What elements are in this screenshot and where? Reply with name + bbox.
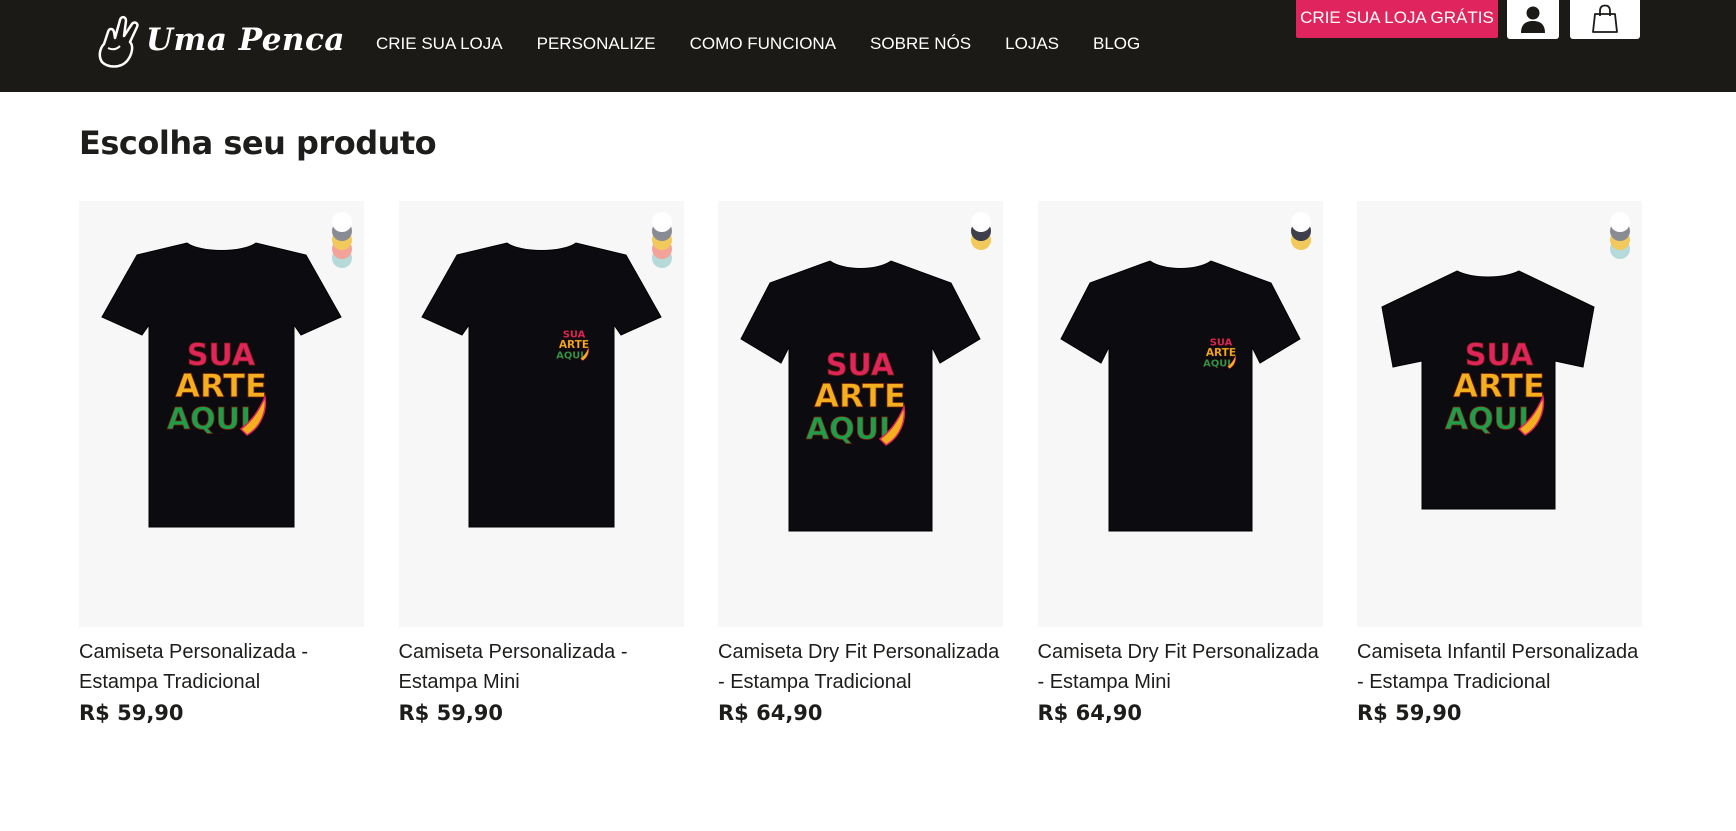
brand-name: Uma Penca: [146, 22, 345, 58]
tshirt-image: SUAARTEAQUI: [1059, 260, 1301, 532]
product-image[interactable]: SUA ARTE AQUI: [1037, 201, 1323, 627]
page-title: Escolha seu produto: [79, 124, 437, 162]
print-text-line: AQUI: [806, 412, 890, 447]
product-image[interactable]: SUA ARTE AQUI: [398, 201, 684, 627]
color-swatch[interactable]: [971, 212, 991, 232]
product-name[interactable]: Camiseta Dry Fit Personalizada - Estampa…: [1038, 637, 1323, 697]
nav-item-lojas[interactable]: LOJAS: [1005, 34, 1059, 54]
hand-peace-icon: [98, 15, 139, 68]
print-text-line: ARTE: [558, 339, 588, 351]
tshirt-shape: [420, 242, 662, 528]
create-store-button[interactable]: CRIE SUA LOJA GRÁTIS: [1296, 0, 1498, 38]
color-swatch[interactable]: [651, 212, 672, 232]
print-text-line: ARTE: [175, 367, 267, 405]
color-swatch[interactable]: [332, 212, 352, 232]
product-price: R$ 59,90: [398, 701, 504, 725]
product-image[interactable]: SUA ARTE AQUI: [79, 201, 364, 627]
nav-item-personalize[interactable]: PERSONALIZE: [537, 34, 656, 54]
nav-item-sobre-nos[interactable]: SOBRE NÓS: [870, 34, 971, 54]
print-text-line: ARTE: [1453, 367, 1545, 405]
product-name[interactable]: Camiseta Infantil Personalizada - Estamp…: [1357, 637, 1642, 697]
top-navigation-bar: Uma Penca CRIE SUA LOJA PERSONALIZE COMO…: [0, 0, 1736, 92]
product-card[interactable]: SUA ARTE AQUI Camiseta Dry Fit Personaliza…: [1037, 201, 1323, 729]
main-nav: CRIE SUA LOJA PERSONALIZE COMO FUNCIONA …: [376, 34, 1174, 54]
product-grid: SUA ARTE AQUI Camiseta Personalizada - Est…: [79, 201, 1642, 729]
tshirt-shape: [1059, 260, 1301, 532]
nav-item-blog[interactable]: BLOG: [1093, 34, 1140, 54]
product-card[interactable]: SUA ARTE AQUI Camiseta Dry Fit Personaliza…: [718, 201, 1003, 729]
product-price: R$ 64,90: [718, 701, 823, 725]
print-text-line: AQUI: [167, 402, 251, 437]
nav-item-como-funciona[interactable]: COMO FUNCIONA: [690, 34, 836, 54]
product-image[interactable]: SUA ARTE AQUI: [718, 201, 1003, 627]
product-name[interactable]: Camiseta Personalizada - Estampa Mini: [399, 637, 684, 697]
product-card[interactable]: SUA ARTE AQUI Camiseta Personalizada - Est…: [79, 201, 364, 729]
tshirt-image: SUAARTEAQUI: [740, 260, 981, 532]
product-image[interactable]: SUA ARTE AQUI: [1357, 201, 1642, 627]
product-card[interactable]: SUA ARTE AQUI Camiseta Personalizada - Est…: [398, 201, 684, 729]
tshirt-image: SUAARTEAQUI: [420, 242, 662, 528]
print-text-line: ARTE: [814, 377, 906, 415]
nav-item-crie-sua-loja[interactable]: CRIE SUA LOJA: [376, 34, 503, 54]
product-name[interactable]: Camiseta Dry Fit Personalizada - Estampa…: [718, 637, 1003, 697]
shopping-bag-icon: [1592, 4, 1618, 33]
print-text-line: AQUI: [556, 351, 584, 362]
product-price: R$ 59,90: [79, 701, 184, 725]
print-text-line: AQUI: [1203, 359, 1231, 370]
brand-logo[interactable]: Uma Penca: [94, 12, 345, 68]
color-swatch[interactable]: [1290, 212, 1311, 232]
tshirt-image: SUAARTEAQUI: [1381, 270, 1595, 510]
cart-button[interactable]: [1570, 0, 1640, 39]
print-text-line: ARTE: [1205, 347, 1235, 359]
print-text-line: AQUI: [1445, 402, 1529, 437]
account-button[interactable]: [1507, 0, 1559, 39]
product-name[interactable]: Camiseta Personalizada - Estampa Tradici…: [79, 637, 364, 697]
color-swatch[interactable]: [1610, 212, 1630, 232]
product-price: R$ 64,90: [1037, 701, 1143, 725]
user-icon: [1521, 6, 1545, 33]
tshirt-image: SUAARTEAQUI: [101, 242, 342, 528]
product-card[interactable]: SUA ARTE AQUI Camiseta Infantil Personaliz…: [1357, 201, 1642, 729]
product-price: R$ 59,90: [1357, 701, 1462, 725]
